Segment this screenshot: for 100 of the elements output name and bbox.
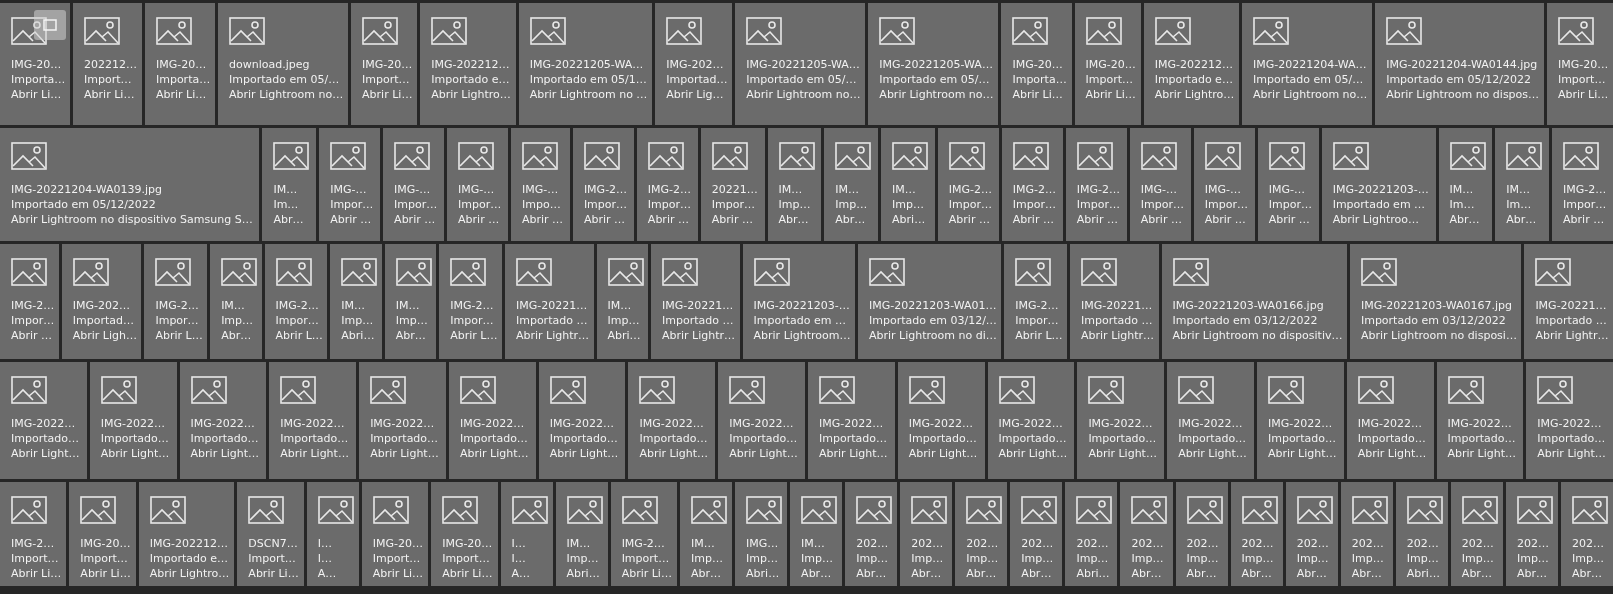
photo-tile[interactable]: IMG-202212… Importado e… Abrir Lightro… xyxy=(1143,3,1240,125)
photo-tile[interactable]: IMG-2… Impor… Abrir … xyxy=(636,128,698,241)
photo-tile[interactable]: IMG-20221204-WA0144.jpg Importado em 05/12/2022 Abrir Lightroom no dispos… xyxy=(1375,3,1544,125)
photo-tile[interactable]: IMG-2… Impor… Abrir L… xyxy=(1004,244,1068,359)
photo-tile[interactable]: IMG-20… Importa… Abrir Li… xyxy=(144,3,216,125)
photo-tile[interactable]: IMG-2022… Importado… Abrir Light… xyxy=(448,362,536,479)
photo-tile[interactable]: IMG-20221204-WA… Importado em 05/… Abrir Lightroom no… xyxy=(1242,3,1373,125)
photo-tile[interactable]: IMG-2022… Importado… Abrir Light… xyxy=(808,362,895,479)
photo-tile[interactable]: IMG-2… Impor… Abrir … xyxy=(572,128,634,241)
photo-tile[interactable]: IMG-20221205-WA… Importado em 05/… Abrir Lightroom no… xyxy=(868,3,999,125)
photo-tile[interactable]: IMG-2022… Importado… Abrir Light… xyxy=(538,362,626,479)
photo-tile[interactable]: IM… Imp… Abri… xyxy=(881,128,935,241)
photo-tile[interactable]: 202… Imp… Abri… xyxy=(1065,482,1118,586)
photo-tile[interactable]: IMG-2022… Importado… Abrir Light… xyxy=(179,362,267,479)
photo-tile[interactable]: IM… Imp… Abr… xyxy=(210,244,262,359)
photo-tile[interactable]: IMG-2… Impor… Abrir … xyxy=(0,244,59,359)
photo-tile[interactable]: 202… Imp… Abr… xyxy=(1120,482,1173,586)
photo-tile[interactable]: I… I… A… xyxy=(306,482,359,586)
photo-tile[interactable]: IMG-2022… Importado… Abrir Light… xyxy=(1167,362,1254,479)
photo-tile[interactable]: IMG-… Impo… Abrir … xyxy=(511,128,570,241)
photo-tile[interactable]: IMG… Imp… Abri… xyxy=(735,482,788,586)
photo-tile[interactable]: IMG-2… Import… Abrir Li… xyxy=(0,482,67,586)
photo-tile[interactable]: IMG-… Impor… Abrir … xyxy=(319,128,381,241)
photo-tile[interactable]: IMG-20221… Importado … Abrir Lightr… xyxy=(504,244,594,359)
photo-tile[interactable]: 202… Imp… Abr… xyxy=(900,482,953,586)
photo-tile[interactable]: IMG-2… Impor… Abrir … xyxy=(1001,128,1063,241)
photo-tile[interactable]: IMG-20… Import… Abrir Li… xyxy=(361,482,429,586)
photo-tile[interactable]: IMG-2… Impor… Abrir … xyxy=(1065,128,1127,241)
photo-tile[interactable]: IMG-202… Importad… Abrir Ligh… xyxy=(61,244,142,359)
photo-tile[interactable]: IMG-2022… Importado… Abrir Light… xyxy=(1436,362,1524,479)
photo-tile[interactable]: IMG-20… Importa… Abrir Li… xyxy=(1001,3,1072,125)
photo-tile[interactable]: IM… Imp… Abri… xyxy=(596,244,648,359)
photo-tile[interactable]: 202… Imp… Abr… xyxy=(1230,482,1283,586)
photo-tile[interactable]: IMG-20221203-WA0166.jpg Importado em 03/12/2022 Abrir Lightroom no dispositiv… xyxy=(1161,244,1347,359)
photo-tile[interactable]: 202… Imp… Abri… xyxy=(1395,482,1448,586)
photo-tile[interactable]: 202… Imp… Abr… xyxy=(1285,482,1338,586)
photo-tile[interactable]: 202… Imp… Abr… xyxy=(845,482,898,586)
photo-tile[interactable]: IMG-20221203-WA0167.jpg Importado em 03/12/2022 Abrir Lightroom no disposi… xyxy=(1349,244,1522,359)
photo-tile[interactable]: IMG-20… Import… Abrir Li… xyxy=(69,482,136,586)
photo-tile[interactable]: IMG-2022… Importado… Abrir Light… xyxy=(628,362,716,479)
photo-tile[interactable]: IMG-20… Importa… Abrir Li… xyxy=(0,3,71,125)
photo-tile[interactable]: 20221… Impor… Abrir … xyxy=(700,128,765,241)
photo-tile[interactable]: IMG-2022… Importado… Abrir Light… xyxy=(89,362,177,479)
photo-tile[interactable]: IMG-2022… Importado… Abrir Light… xyxy=(1256,362,1344,479)
photo-tile[interactable]: IM… Imp… Abr… xyxy=(824,128,879,241)
photo-tile[interactable]: IM… Imp… Abri… xyxy=(555,482,608,586)
photo-tile[interactable]: IMG-20221205-WA… Importado em 05/1… Abrir Lightroom no … xyxy=(518,3,653,125)
photo-tile[interactable]: IMG-2022… Importado… Abrir Light… xyxy=(718,362,806,479)
photo-tile[interactable]: IMG-2… Import… Abrir Li… xyxy=(610,482,677,586)
photo-tile[interactable]: IMG-2… Impor… Abrir … xyxy=(937,128,999,241)
photo-tile[interactable]: IMG-2… Impor… Abrir L… xyxy=(439,244,502,359)
photo-tile[interactable]: IMG-… Impor… Abrir … xyxy=(1193,128,1255,241)
photo-tile[interactable]: 202… Imp… Abr… xyxy=(1561,482,1613,586)
photo-tile[interactable]: IMG-20221203-WA01… Importado em 03/12/… Abrir Lightroom no di… xyxy=(858,244,1002,359)
photo-tile[interactable]: 202… Imp… Abr… xyxy=(955,482,1008,586)
photo-tile[interactable]: IMG-20221… Importado … Abrir Lightr… xyxy=(1524,244,1613,359)
select-mode-button[interactable] xyxy=(34,10,66,40)
photo-tile[interactable]: IMG-202212… Importado e… Abrir Lightro… xyxy=(138,482,235,586)
photo-tile[interactable]: IM… Imp… Abr… xyxy=(767,128,822,241)
photo-tile[interactable]: IMG-20221203-… Importado em … Abrir Lightroom… xyxy=(742,244,855,359)
photo-tile[interactable]: DSCN7… Import… Abrir Li… xyxy=(237,482,304,586)
photo-tile[interactable]: IMG-2… Impor… Abrir L… xyxy=(144,244,208,359)
photo-tile[interactable]: IM… Im… Abr… xyxy=(262,128,317,241)
photo-tile[interactable]: 202… Imp… Abr… xyxy=(1010,482,1063,586)
photo-tile[interactable]: IMG-20… Import… Abrir Li… xyxy=(431,482,498,586)
photo-tile[interactable]: I… I… A… xyxy=(500,482,553,586)
photo-tile[interactable]: IM… Imp… Abr… xyxy=(790,482,843,586)
photo-tile[interactable]: IM… Im… Abr… xyxy=(1495,128,1550,241)
photo-tile[interactable]: IMG-202… Importad… Abrir Lig… xyxy=(655,3,733,125)
photo-tile[interactable]: IMG-20… Import… Abrir Li… xyxy=(1546,3,1613,125)
photo-tile[interactable]: IMG-20221203-… Importado em … Abrir Lightroo… xyxy=(1321,128,1436,241)
photo-tile[interactable]: IM… Im… Abr… xyxy=(1438,128,1493,241)
photo-tile[interactable]: 202… Imp… Abr… xyxy=(1175,482,1228,586)
photo-tile[interactable]: 202… Imp… Abr… xyxy=(1340,482,1393,586)
photo-tile[interactable]: IMG-2… Impor… Abrir … xyxy=(1552,128,1613,241)
photo-tile[interactable]: IM… Imp… Abr… xyxy=(384,244,437,359)
photo-tile[interactable]: IMG-2022… Importado… Abrir Light… xyxy=(987,362,1075,479)
photo-tile[interactable]: IMG-2022… Importado… Abrir Light… xyxy=(0,362,87,479)
photo-tile[interactable]: IMG-… Impor… Abrir … xyxy=(1257,128,1319,241)
photo-tile[interactable]: IMG-… Impor… Abrir … xyxy=(383,128,445,241)
photo-tile[interactable]: IMG-2022… Importado… Abrir Light… xyxy=(1077,362,1165,479)
photo-tile[interactable]: IMG-… Impor… Abrir … xyxy=(447,128,508,241)
photo-tile[interactable]: IMG-2022… Importado… Abrir Light… xyxy=(269,362,357,479)
photo-tile[interactable]: 202212… Import… Abrir Li… xyxy=(73,3,142,125)
photo-tile[interactable]: IMG-2022… Importado… Abrir Light… xyxy=(359,362,446,479)
photo-tile[interactable]: IMG-20221204-WA0139.jpg Importado em 05/12/2022 Abrir Lightroom no dispositivo Samsung S… xyxy=(0,128,260,241)
photo-tile[interactable]: IMG-2022… Importado… Abrir Light… xyxy=(1346,362,1434,479)
photo-tile[interactable]: download.jpeg Importado em 05/… Abrir Lightroom no… xyxy=(218,3,349,125)
photo-tile[interactable]: IMG-2… Impor… Abrir L… xyxy=(264,244,328,359)
photo-tile[interactable]: 202… Imp… Abr… xyxy=(1450,482,1503,586)
photo-tile[interactable]: IMG-… Impor… Abrir … xyxy=(1129,128,1191,241)
photo-tile[interactable]: IM… Imp… Abr… xyxy=(680,482,733,586)
photo-tile[interactable]: IMG-20221205-WA… Importado em 05/… Abrir Lightroom no… xyxy=(735,3,866,125)
photo-tile[interactable]: IM… Imp… Abri… xyxy=(330,244,382,359)
photo-tile[interactable]: IMG-20… Import… Abrir Li… xyxy=(351,3,418,125)
photo-tile[interactable]: IMG-20221… Importado … Abrir Lightr… xyxy=(650,244,740,359)
photo-tile[interactable]: IMG-2022… Importado… Abrir Light… xyxy=(1526,362,1613,479)
photo-tile[interactable]: 202… Imp… Abr… xyxy=(1505,482,1558,586)
photo-tile[interactable]: IMG-20… Import… Abrir Li… xyxy=(1074,3,1141,125)
photo-tile[interactable]: IMG-2022… Importado… Abrir Light… xyxy=(897,362,985,479)
